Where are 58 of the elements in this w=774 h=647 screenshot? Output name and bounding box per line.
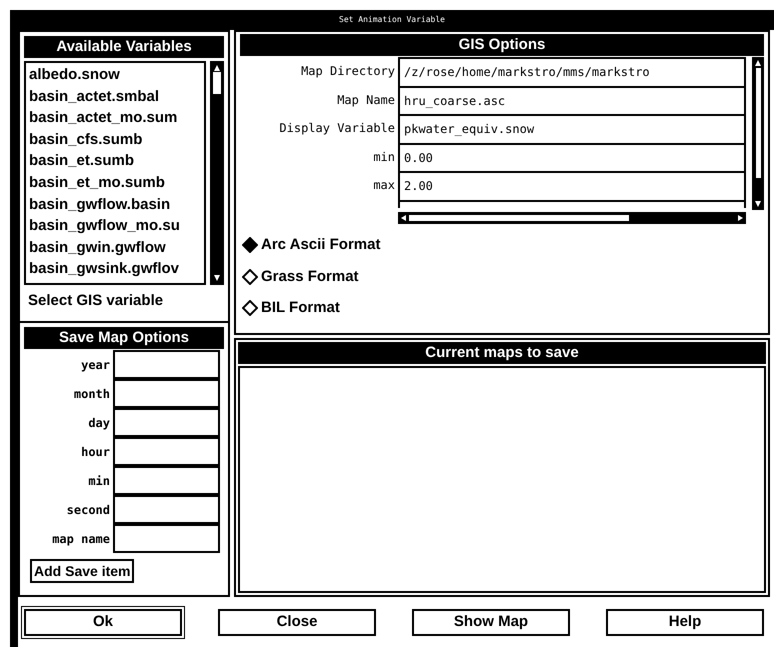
panel-header: GIS Options — [240, 34, 764, 56]
input-field[interactable] — [113, 350, 220, 379]
variable-item[interactable]: basin_gwflow.basin — [29, 194, 201, 216]
input-field[interactable]: pkwater_equiv.snow — [400, 116, 744, 145]
horizontal-scrollbar[interactable] — [398, 212, 746, 224]
input-field[interactable]: 0.00 — [400, 144, 744, 174]
scroll-down-icon — [755, 201, 761, 207]
variable-item[interactable]: basin_et.sumb — [29, 150, 201, 172]
scroll-left-icon — [401, 215, 406, 221]
input-field[interactable]: 2.00 — [400, 173, 744, 202]
field-label: min — [88, 472, 110, 490]
field-label: year — [81, 356, 110, 374]
variable-item[interactable]: basin_actet_mo.sum — [29, 107, 201, 129]
field-label: month — [74, 386, 110, 402]
add-save-item-button[interactable]: Add Save item — [30, 559, 134, 583]
variable-item[interactable]: basin_gwflow_mo.su — [29, 215, 201, 237]
format-radio[interactable]: Grass Format — [242, 266, 764, 288]
field-label: Map Directory — [300, 63, 396, 80]
variable-list[interactable]: albedo.snow basin_actet.smbal basin_actet_mo.sum basin_cfs.sumb basin_et.sumb basin_et_mo.sumb basin_gwflow.basin basin_gwflow_mo.su basin_gwin.gwflow basin_gwsink.gwflov — [24, 61, 206, 285]
scrollbar[interactable] — [210, 61, 224, 285]
panel-header: Available Variables — [24, 36, 224, 58]
window-title: Set Animation Variable — [10, 10, 774, 30]
scroll-down-icon — [214, 275, 220, 281]
field-label: day — [88, 414, 110, 432]
field-label: Display Variable — [278, 120, 396, 138]
input-field[interactable] — [113, 495, 220, 524]
scroll-right-icon — [738, 215, 743, 221]
input-field[interactable]: hru_coarse.asc — [400, 88, 744, 116]
variable-item[interactable]: basin_cfs.sumb — [29, 128, 201, 150]
input-field[interactable] — [113, 524, 220, 553]
caption-text: Select GIS variable — [27, 291, 164, 311]
variable-item[interactable]: basin_actet.smbal — [29, 86, 201, 108]
dialog-button[interactable]: Show Map — [412, 608, 570, 636]
dialog-button[interactable]: Close — [218, 608, 376, 636]
scroll-thumb[interactable] — [756, 68, 760, 178]
field-label: hour — [81, 444, 110, 460]
input-field[interactable] — [113, 408, 220, 437]
input-field[interactable] — [113, 379, 220, 408]
input-field[interactable] — [113, 437, 220, 466]
panel-header: Save Map Options — [24, 327, 224, 349]
field-label: max — [372, 177, 396, 194]
variable-item[interactable]: albedo.snow — [29, 64, 201, 86]
scroll-up-icon — [755, 60, 761, 66]
panel-header: Current maps to save — [238, 342, 766, 364]
scroll-thumb[interactable] — [409, 215, 629, 221]
variable-item[interactable]: basin_et_mo.sumb — [29, 172, 201, 194]
variable-item[interactable]: basin_gwin.gwflow — [29, 236, 201, 258]
format-radio[interactable]: BIL Format — [242, 297, 764, 320]
vertical-scrollbar[interactable] — [752, 57, 764, 210]
field-label: map name — [52, 530, 110, 548]
field-label: Map Name — [336, 92, 396, 109]
field-label: second — [66, 502, 110, 518]
variable-item[interactable]: basin_gwsink.gwflov — [29, 258, 201, 280]
input-field[interactable]: /z/rose/home/markstro/mms/markstro — [400, 59, 744, 88]
input-field[interactable] — [113, 466, 220, 495]
dialog-button[interactable]: Help — [606, 608, 764, 636]
format-radio[interactable]: Arc Ascii Format — [242, 234, 764, 256]
field-label: min — [372, 148, 396, 166]
